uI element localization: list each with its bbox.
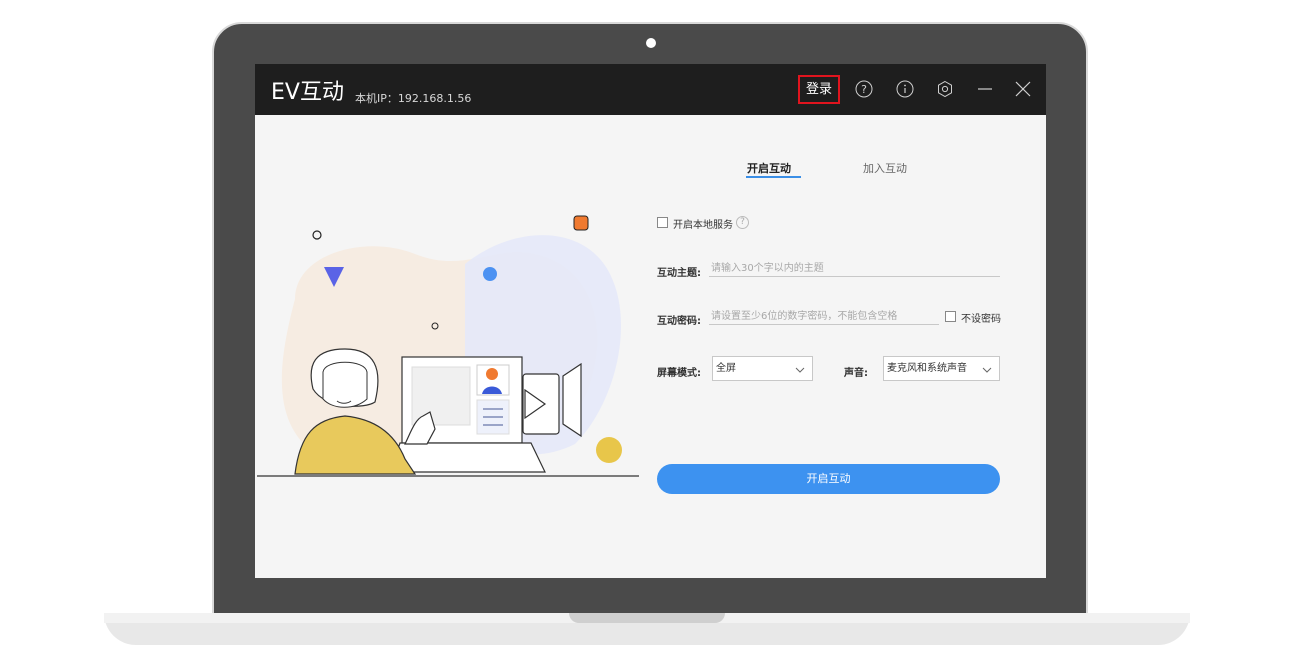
no-password-label: 不设密码 [961, 314, 1001, 325]
info-icon[interactable] [896, 80, 914, 98]
sound-label: 声音: [844, 368, 868, 379]
login-button[interactable]: 登录 [798, 75, 840, 104]
password-input[interactable] [709, 309, 939, 325]
hero-illustration [255, 204, 645, 488]
screen-mode-value: 全屏 [716, 363, 736, 374]
sound-value: 麦克风和系统声音 [887, 363, 967, 374]
active-tab-indicator [746, 176, 801, 178]
app-window: EV互动 本机IP：192.168.1.56 登录 ? 开启互动 加入互动 开启… [255, 64, 1046, 578]
start-interaction-button[interactable]: 开启互动 [657, 464, 1000, 494]
screen-mode-select[interactable]: 全屏 [712, 356, 813, 381]
password-label: 互动密码: [657, 316, 701, 327]
local-service-label: 开启本地服务 [673, 220, 733, 231]
help-icon[interactable]: ? [855, 80, 873, 98]
minimize-icon[interactable] [976, 80, 994, 98]
chevron-down-icon [794, 362, 806, 385]
chevron-down-icon [981, 362, 993, 385]
laptop-notch [569, 613, 725, 623]
local-service-help-icon[interactable]: ? [736, 216, 749, 229]
screen-mode-label: 屏幕模式: [657, 368, 701, 379]
app-title: EV互动 [271, 80, 344, 105]
webcam-dot [646, 38, 656, 48]
svg-text:?: ? [861, 83, 867, 96]
tab-join-interaction[interactable]: 加入互动 [863, 160, 907, 176]
topic-input[interactable] [709, 261, 1000, 277]
ip-label: 本机IP：192.168.1.56 [355, 92, 472, 105]
topic-label: 互动主题: [657, 268, 701, 279]
settings-icon[interactable] [936, 80, 954, 98]
local-service-checkbox[interactable] [657, 217, 668, 228]
sound-select[interactable]: 麦克风和系统声音 [883, 356, 1000, 381]
no-password-checkbox[interactable] [945, 311, 956, 322]
titlebar: EV互动 本机IP：192.168.1.56 登录 ? [255, 64, 1046, 115]
close-icon[interactable] [1014, 80, 1032, 98]
tab-start-interaction[interactable]: 开启互动 [747, 160, 791, 176]
